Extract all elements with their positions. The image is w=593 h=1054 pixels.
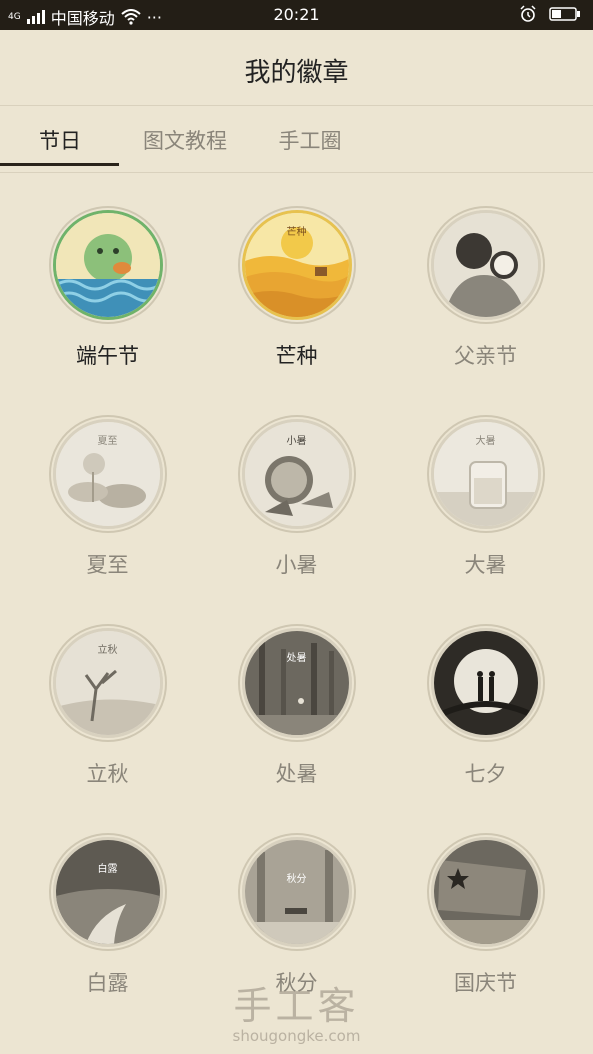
badge-item-autumn-equinox[interactable]: 秋分 秋分 <box>202 837 391 997</box>
watermark-url: shougongke.com <box>232 1027 361 1045</box>
badge-inner-text: 小暑 <box>286 436 307 447</box>
tab-tutorials[interactable]: 图文教程 <box>125 125 245 155</box>
badge-item-minor-heat[interactable]: 小暑 小暑 <box>202 419 391 579</box>
badge-inner-text: 夏至 <box>97 436 118 447</box>
badge-inner-text: 秋分 <box>286 874 307 885</box>
badge-item-grain-in-ear[interactable]: 芒种 芒种 <box>202 210 391 370</box>
summer-solstice-badge-icon: 夏至 <box>52 419 163 529</box>
battery-icon <box>549 7 580 21</box>
badge-item-qixi[interactable]: 七夕 <box>391 628 580 788</box>
fathers-day-badge-icon <box>430 210 541 320</box>
badge-item-white-dew[interactable]: 白露 白露 <box>13 837 202 997</box>
page-title: 我的徽章 <box>244 58 349 88</box>
badge-label: 夏至 <box>86 553 129 577</box>
badge-label: 芒种 <box>275 344 318 368</box>
badge-inner-text: 芒种 <box>286 227 307 238</box>
badge-inner-text: 处暑 <box>286 653 307 664</box>
start-of-autumn-badge-icon: 立秋 <box>52 628 163 738</box>
badge-label: 七夕 <box>464 762 507 786</box>
badge-item-summer-solstice[interactable]: 夏至 夏至 <box>13 419 202 579</box>
badge-item-end-of-heat[interactable]: 处暑 处暑 <box>202 628 391 788</box>
tab-festival[interactable]: 节日 <box>0 125 120 155</box>
badge-item-start-of-autumn[interactable]: 立秋 立秋 <box>13 628 202 788</box>
badge-label: 立秋 <box>86 762 129 786</box>
badge-label: 大暑 <box>464 553 507 577</box>
white-dew-badge-icon: 白露 <box>52 837 163 947</box>
badge-label: 小暑 <box>275 553 318 577</box>
badge-label: 父亲节 <box>454 344 517 368</box>
badge-item-fathers-day[interactable]: 父亲节 <box>391 210 580 370</box>
major-heat-badge-icon: 大暑 <box>430 419 541 529</box>
dragon-boat-badge-icon <box>52 210 163 320</box>
national-day-badge-icon <box>430 837 541 947</box>
status-bar: 4G 中国移动 ··· 20:21 <box>0 0 593 30</box>
badge-item-dragon-boat[interactable]: 端午节 <box>13 210 202 370</box>
badge-label: 端午节 <box>76 344 139 368</box>
autumn-equinox-badge-icon: 秋分 <box>241 837 352 947</box>
watermark: 手工客 shougongke.com <box>0 975 593 1045</box>
badge-label: 处暑 <box>275 762 318 786</box>
grain-in-ear-badge-icon: 芒种 <box>241 210 352 320</box>
badge-item-national-day[interactable]: 国庆节 <box>391 837 580 997</box>
watermark-title: 手工客 <box>233 984 360 1028</box>
badge-item-major-heat[interactable]: 大暑 大暑 <box>391 419 580 579</box>
active-tab-indicator <box>0 163 119 166</box>
status-time: 20:21 <box>273 5 320 24</box>
tab-handcraft-circle[interactable]: 手工圈 <box>250 125 370 155</box>
alarm-icon <box>520 5 536 22</box>
badge-inner-text: 大暑 <box>475 436 496 447</box>
qixi-badge-icon <box>430 628 541 738</box>
minor-heat-badge-icon: 小暑 <box>241 419 352 529</box>
badge-inner-text: 白露 <box>97 864 118 875</box>
page-header: 我的徽章 <box>0 30 593 106</box>
badge-inner-text: 立秋 <box>97 645 118 656</box>
end-of-heat-badge-icon: 处暑 <box>241 628 352 738</box>
